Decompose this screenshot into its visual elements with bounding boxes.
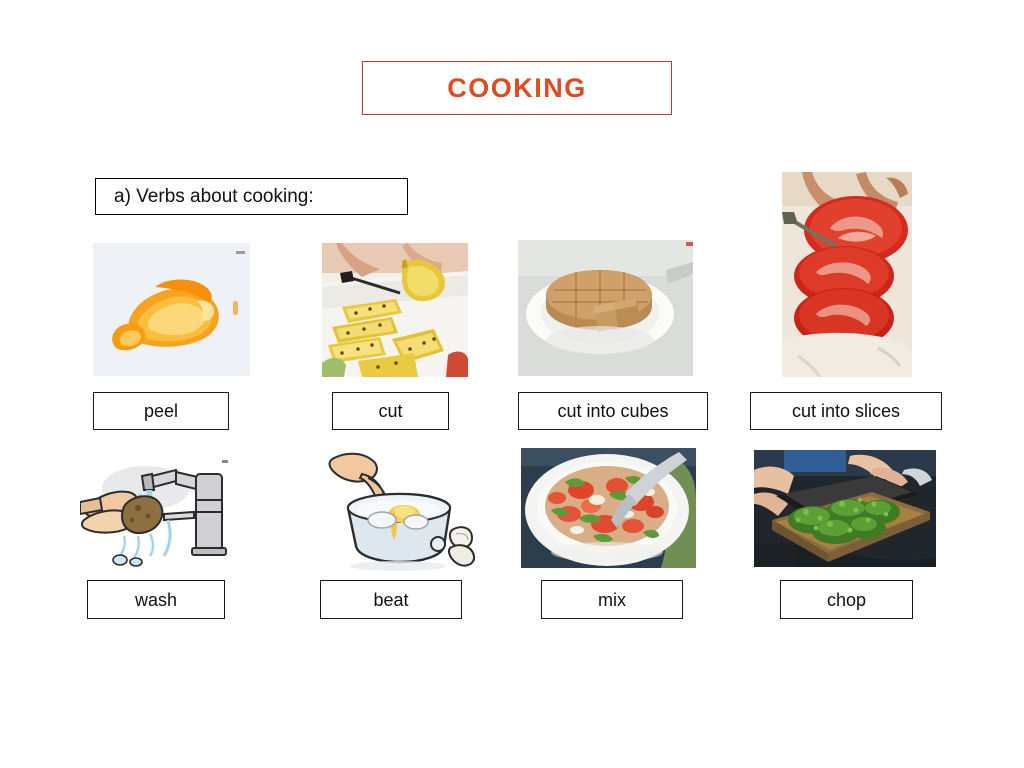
image-beating-eggs-bowl xyxy=(318,452,480,572)
label-box-peel[interactable]: peel xyxy=(93,392,229,430)
image-mixed-salad-bowl xyxy=(521,448,696,568)
label-text-wash: wash xyxy=(134,589,178,610)
tomato-slices-icon xyxy=(782,172,912,377)
label-text-beat: beat xyxy=(373,589,409,610)
mixed-salad-bowl-icon xyxy=(521,448,696,568)
label-box-mix[interactable]: mix xyxy=(541,580,683,619)
label-text-peel: peel xyxy=(143,401,179,421)
image-tomato-slices xyxy=(782,172,912,377)
label-box-cut-into-slices[interactable]: cut into slices xyxy=(750,392,942,430)
section-heading-box: a) Verbs about cooking: xyxy=(95,178,408,215)
image-orange-peel-spiral xyxy=(93,243,250,376)
label-text-mix: mix xyxy=(598,589,626,610)
label-text-cut: cut xyxy=(378,401,403,421)
image-washing-hands-faucet xyxy=(80,450,237,573)
washing-hands-faucet-icon xyxy=(80,450,237,573)
orange-peel-spiral-icon xyxy=(93,243,250,376)
label-box-chop[interactable]: chop xyxy=(780,580,913,619)
section-heading-label: a) Verbs about cooking: xyxy=(114,185,314,207)
cutting-pineapple-icon xyxy=(322,243,468,377)
label-box-cut[interactable]: cut xyxy=(332,392,449,430)
beating-eggs-bowl-icon xyxy=(318,452,480,572)
image-cutting-pineapple xyxy=(322,243,468,377)
label-box-cut-into-cubes[interactable]: cut into cubes xyxy=(518,392,708,430)
label-box-beat[interactable]: beat xyxy=(320,580,462,619)
label-box-wash[interactable]: wash xyxy=(87,580,225,619)
label-text-cut-into-cubes: cut into cubes xyxy=(557,401,669,421)
chopped-herbs-board-icon xyxy=(754,450,936,567)
image-chopped-herbs-board xyxy=(754,450,936,567)
label-text-chop: chop xyxy=(826,589,867,610)
image-cake-cubes-on-plate xyxy=(518,240,693,376)
page-title: COOKING xyxy=(447,72,587,103)
label-text-cut-into-slices: cut into slices xyxy=(791,401,901,421)
slide-title-box: COOKING xyxy=(362,61,672,115)
cake-cubes-on-plate-icon xyxy=(518,240,693,376)
